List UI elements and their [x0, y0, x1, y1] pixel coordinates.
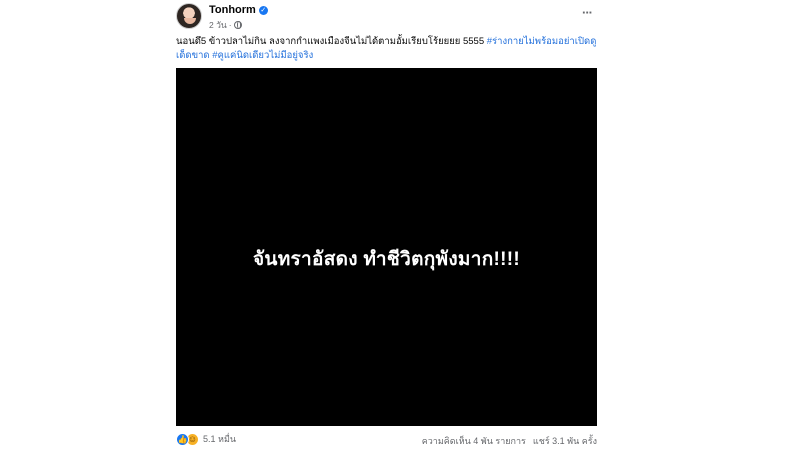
verified-badge-icon: ✓ [258, 5, 268, 15]
facebook-post: Tonhorm ✓ 2 วัน · ··· นอนดึ5 ข้าวปลาไม่ก… [164, 0, 609, 450]
post-footer-stats: 👍 ☺ 5.1 หมื่น ความคิดเห็น 4 พัน รายการ แ… [176, 432, 597, 448]
hashtag-link[interactable]: #คูแค่นิดเดียวไม่มีอยู่จริง [212, 50, 313, 61]
share-count-link[interactable]: แชร์ 3.1 พัน ครั้ง [533, 434, 597, 448]
author-name[interactable]: Tonhorm [209, 4, 256, 16]
post-meta: 2 วัน · [209, 18, 242, 32]
reactions-summary[interactable]: 👍 ☺ 5.1 หมื่น [176, 432, 236, 446]
like-reaction-icon: 👍 [176, 432, 189, 446]
post-timestamp[interactable]: 2 วัน [209, 18, 227, 32]
caption-text: นอนดึ5 ข้าวปลาไม่กิน ลงจากกำแพงเมืองจีนไ… [176, 36, 487, 47]
globe-icon [233, 21, 242, 29]
comment-count-link[interactable]: ความคิดเห็น 4 พัน รายการ [422, 434, 526, 448]
post-header: Tonhorm ✓ 2 วัน · ··· [176, 3, 597, 31]
post-caption: นอนดึ5 ข้าวปลาไม่กิน ลงจากกำแพงเมืองจีนไ… [176, 35, 597, 63]
more-options-icon[interactable]: ··· [577, 6, 597, 23]
meta-separator: · [228, 20, 232, 30]
author-name-row: Tonhorm ✓ [209, 4, 268, 16]
media-overlay-text: จันทราอัสดง ทำชีวิตกุพังมาก!!!! [252, 249, 521, 270]
reaction-count: 5.1 หมื่น [203, 434, 237, 444]
engagement-stats: ความคิดเห็น 4 พัน รายการ แชร์ 3.1 พัน คร… [422, 434, 597, 448]
author-avatar[interactable] [176, 3, 202, 29]
post-media-image[interactable]: จันทราอัสดง ทำชีวิตกุพังมาก!!!! [176, 68, 597, 426]
